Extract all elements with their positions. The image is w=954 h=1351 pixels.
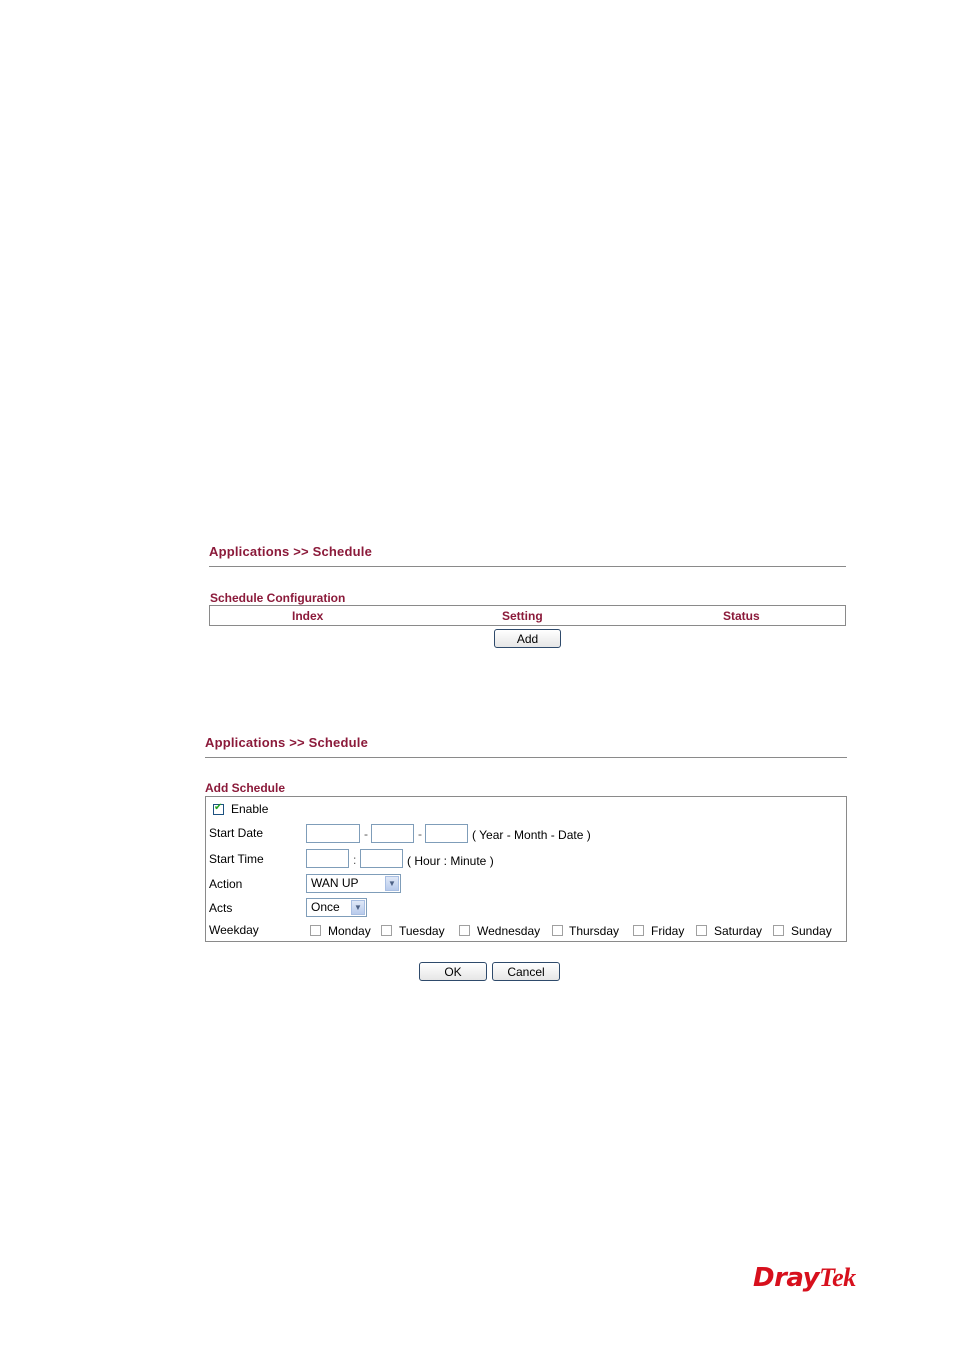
weekday-label: Weekday bbox=[209, 923, 259, 937]
weekday-label-wednesday: Wednesday bbox=[477, 924, 541, 938]
weekday-checkbox-saturday[interactable] bbox=[696, 925, 707, 936]
action-select[interactable]: WAN UP ▼ bbox=[306, 874, 401, 893]
weekday-label-tuesday: Tuesday bbox=[399, 924, 445, 938]
date-separator: - bbox=[418, 827, 422, 841]
weekday-checkbox-sunday[interactable] bbox=[773, 925, 784, 936]
acts-label: Acts bbox=[209, 901, 233, 915]
weekday-checkbox-tuesday[interactable] bbox=[381, 925, 392, 936]
ok-button[interactable]: OK bbox=[419, 962, 487, 981]
weekday-label-thursday: Thursday bbox=[569, 924, 620, 938]
logo-part-tek: Tek bbox=[819, 1263, 856, 1292]
divider bbox=[209, 566, 846, 567]
action-label: Action bbox=[209, 877, 243, 891]
weekday-checkbox-wednesday[interactable] bbox=[459, 925, 470, 936]
add-schedule-form bbox=[205, 796, 847, 942]
start-time-hint: ( Hour : Minute ) bbox=[407, 854, 494, 868]
enable-label: Enable bbox=[231, 802, 269, 816]
page-breadcrumb: Applications >> Schedule bbox=[205, 735, 369, 750]
acts-select[interactable]: Once ▼ bbox=[306, 898, 367, 917]
add-button[interactable]: Add bbox=[494, 629, 561, 648]
acts-selected-value: Once bbox=[311, 900, 340, 914]
enable-checkbox[interactable] bbox=[213, 802, 224, 815]
draytek-logo: DrayTek bbox=[753, 1262, 856, 1293]
weekday-checkbox-monday[interactable] bbox=[310, 925, 321, 936]
column-header-index: Index bbox=[292, 609, 324, 623]
start-date-day-input[interactable] bbox=[425, 824, 468, 843]
weekday-checkbox-thursday[interactable] bbox=[552, 925, 563, 936]
column-header-setting: Setting bbox=[502, 609, 543, 623]
schedule-table: Index Setting Status bbox=[209, 605, 846, 626]
column-header-status: Status bbox=[723, 609, 760, 623]
cancel-button[interactable]: Cancel bbox=[492, 962, 560, 981]
action-selected-value: WAN UP bbox=[311, 876, 359, 890]
weekday-label-sunday: Sunday bbox=[791, 924, 832, 938]
weekday-label-saturday: Saturday bbox=[714, 924, 763, 938]
page-breadcrumb: Applications >> Schedule bbox=[209, 544, 373, 559]
start-time-label: Start Time bbox=[209, 852, 264, 866]
weekday-label-monday: Monday bbox=[328, 924, 371, 938]
weekday-label-friday: Friday bbox=[651, 924, 685, 938]
start-date-month-input[interactable] bbox=[371, 824, 414, 843]
start-time-minute-input[interactable] bbox=[360, 849, 403, 868]
section-title: Schedule Configuration bbox=[210, 591, 346, 605]
weekday-checkbox-friday[interactable] bbox=[633, 925, 644, 936]
start-time-hour-input[interactable] bbox=[306, 849, 349, 868]
date-separator: - bbox=[364, 827, 368, 841]
section-title: Add Schedule bbox=[205, 781, 286, 795]
chevron-down-icon: ▼ bbox=[385, 876, 399, 891]
start-date-year-input[interactable] bbox=[306, 824, 360, 843]
start-date-label: Start Date bbox=[209, 826, 264, 840]
time-separator: : bbox=[353, 853, 357, 867]
logo-part-dray: Dray bbox=[753, 1263, 820, 1293]
divider bbox=[205, 757, 847, 758]
chevron-down-icon: ▼ bbox=[351, 900, 365, 915]
start-date-hint: ( Year - Month - Date ) bbox=[472, 828, 591, 842]
